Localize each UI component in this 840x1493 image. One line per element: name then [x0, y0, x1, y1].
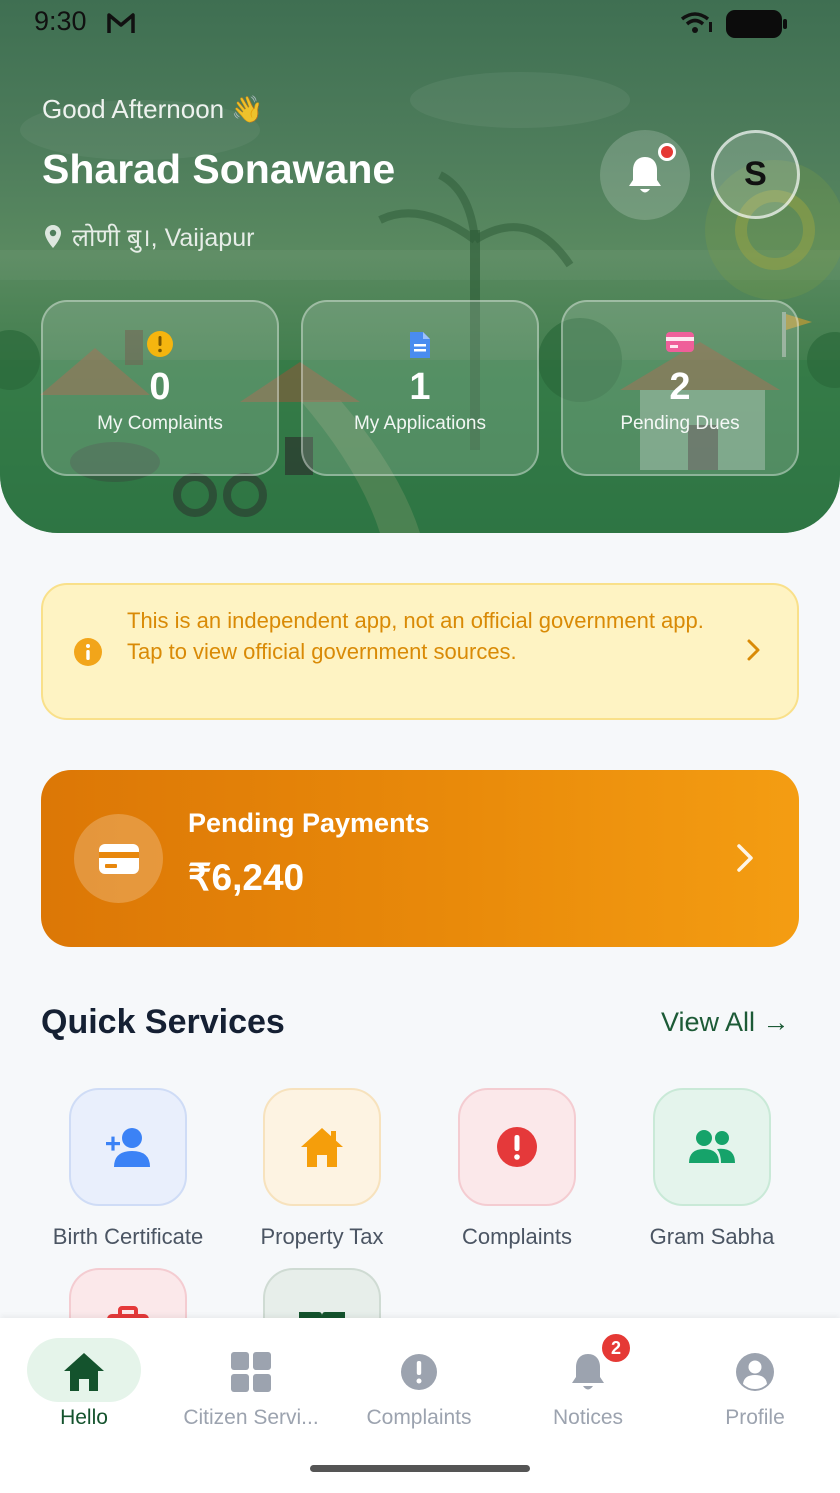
stat-card-complaints[interactable]: 0 My Complaints: [41, 300, 279, 476]
avatar[interactable]: S: [711, 130, 800, 219]
stat-card-pending-dues[interactable]: 2 Pending Dues: [561, 300, 799, 476]
nav-label: Complaints: [366, 1406, 472, 1429]
service-label: Gram Sabha: [649, 1224, 775, 1249]
stat-card-applications[interactable]: 1 My Applications: [301, 300, 539, 476]
location-pin-icon: [45, 225, 61, 248]
bell-icon: [569, 1350, 607, 1394]
service-complaints[interactable]: Complaints: [419, 1088, 615, 1250]
nav-item-hello[interactable]: Hello: [0, 1318, 168, 1438]
alert-icon: [497, 1127, 537, 1167]
grid-icon: [231, 1350, 271, 1394]
service-tile[interactable]: [458, 1088, 576, 1206]
card-icon: [665, 330, 695, 360]
service-label: Property Tax: [260, 1224, 384, 1249]
header-banner: 9:30 Good Afternoon 👋 Sharad Sonawane लो…: [0, 0, 840, 533]
stat-label: My Complaints: [97, 413, 223, 434]
service-label: Complaints: [461, 1224, 573, 1249]
greeting-text: Good Afternoon 👋: [42, 94, 264, 124]
service-gram-sabha[interactable]: Gram Sabha: [614, 1088, 810, 1250]
nav-item-profile[interactable]: Profile: [671, 1318, 839, 1438]
chevron-right-icon: [746, 638, 762, 666]
location-row: लोणी बु।, Vaijapur: [44, 220, 254, 254]
card-icon: [98, 843, 139, 874]
nav-label: Profile: [725, 1406, 785, 1429]
home-icon: [301, 1128, 343, 1167]
user-name: Sharad Sonawane: [42, 146, 396, 192]
group-icon: [689, 1130, 735, 1163]
nav-label: Citizen Servi...: [183, 1406, 319, 1429]
pending-payments-card[interactable]: Pending Payments ₹6,240: [41, 770, 799, 947]
service-tile[interactable]: [653, 1088, 771, 1206]
payments-amount: ₹6,240: [188, 857, 305, 898]
nav-item-citizen-services[interactable]: Citizen Servi...: [167, 1318, 335, 1438]
nav-item-notices[interactable]: Notices: [504, 1318, 672, 1438]
app-screen: 9:30 Good Afternoon 👋 Sharad Sonawane लो…: [0, 0, 840, 1493]
wifi-icon: [680, 10, 714, 40]
payments-title: Pending Payments: [188, 808, 430, 838]
notices-badge: 2: [600, 1332, 632, 1364]
nav-label: Notices: [552, 1406, 624, 1429]
stat-value: 2: [669, 366, 691, 408]
stat-value: 1: [409, 366, 431, 408]
home-indicator: [310, 1465, 530, 1472]
stat-label: Pending Dues: [620, 413, 740, 434]
service-label: Birth Certificate: [52, 1224, 204, 1249]
notifications-button[interactable]: [600, 130, 690, 220]
service-tile[interactable]: [263, 1088, 381, 1206]
stat-value: 0: [149, 366, 171, 408]
service-birth-certificate[interactable]: Birth Certificate: [30, 1088, 226, 1250]
view-all-link[interactable]: View All →: [661, 1007, 790, 1038]
nav-label: Hello: [60, 1406, 108, 1429]
home-icon: [62, 1350, 106, 1394]
user-icon: [735, 1350, 775, 1394]
status-bar: 9:30: [0, 0, 840, 50]
status-time: 9:30: [34, 6, 87, 36]
service-tile[interactable]: [69, 1088, 187, 1206]
nav-item-complaints[interactable]: Complaints: [335, 1318, 503, 1438]
disclaimer-text: This is an independent app, not an offic…: [127, 608, 704, 664]
location-text: लोणी बु।, Vaijapur: [72, 224, 255, 252]
battery-icon: [726, 10, 787, 38]
chevron-right-icon: [735, 842, 755, 878]
payment-card-icon-wrap: [74, 814, 163, 903]
info-icon: [73, 637, 103, 671]
alert-icon: [400, 1350, 438, 1394]
notification-dot: [658, 143, 676, 161]
bell-icon: [629, 157, 661, 193]
add-user-icon: [106, 1128, 150, 1167]
warning-icon: [146, 330, 174, 360]
service-property-tax[interactable]: Property Tax: [224, 1088, 420, 1250]
stat-label: My Applications: [353, 413, 486, 434]
quick-services-title: Quick Services: [41, 1003, 285, 1041]
gmail-icon: [106, 10, 136, 40]
disclaimer-banner[interactable]: This is an independent app, not an offic…: [41, 583, 799, 720]
document-icon: [408, 330, 432, 360]
